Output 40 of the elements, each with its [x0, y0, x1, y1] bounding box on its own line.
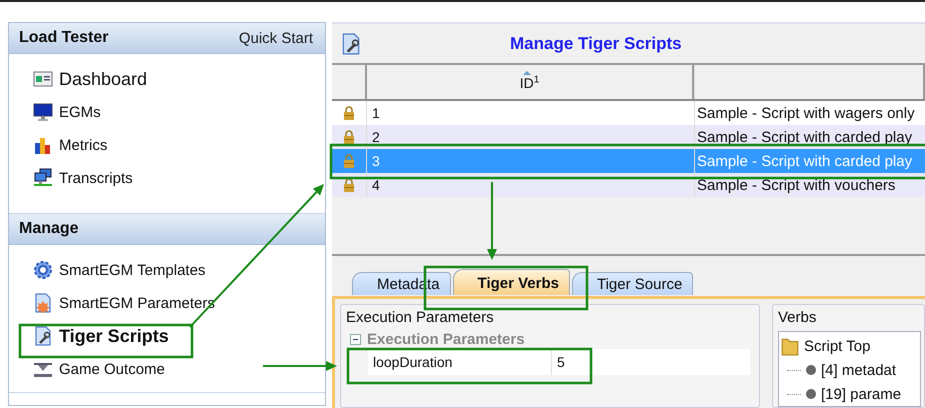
- network-icon: [33, 168, 53, 188]
- collapse-icon[interactable]: [350, 334, 361, 345]
- section-title: Load Tester: [19, 29, 108, 47]
- property-value[interactable]: 5: [552, 354, 750, 370]
- table-cell-text: 2: [371, 128, 381, 148]
- section-title: Manage: [19, 220, 79, 238]
- group-title: Execution Parameters: [346, 309, 495, 326]
- table-cell-text: 3: [371, 152, 381, 172]
- table-cell: Sample - Script with vouchers: [694, 173, 925, 198]
- bullet-icon: [806, 389, 816, 400]
- table-row[interactable]: 1 Sample - Script with wagers only: [332, 101, 925, 126]
- dashboard-icon: [33, 69, 53, 89]
- document-wrench-icon: [340, 32, 362, 56]
- property-name: loopDuration: [368, 349, 552, 376]
- table-cell-text: 1: [371, 104, 381, 124]
- bullet-icon: [806, 365, 816, 376]
- group-title: Verbs: [778, 309, 818, 326]
- tree-node[interactable]: [4] metadat: [787, 358, 896, 382]
- sidebar-item[interactable]: Dashboard: [29, 66, 152, 92]
- gear-icon: [33, 260, 53, 280]
- document-wrench-icon: [33, 326, 53, 346]
- tab[interactable]: Tiger Source: [572, 272, 694, 295]
- sidebar-item[interactable]: SmartEGM Templates: [29, 257, 210, 283]
- document-icon: [33, 293, 53, 313]
- tree-node[interactable]: Script Top: [781, 334, 870, 358]
- sidebar-item[interactable]: Transcripts: [29, 165, 137, 191]
- sidebar-item[interactable]: Game Outcome: [29, 356, 169, 382]
- tab[interactable]: Tiger Verbs: [452, 268, 570, 295]
- monitor-icon: [33, 102, 53, 122]
- sidebar-item[interactable]: Tiger Scripts: [29, 323, 173, 349]
- page-title: Manage Tiger Scripts: [510, 34, 682, 54]
- category-label: Execution Parameters: [367, 330, 525, 348]
- tree-node[interactable]: [19] parame: [787, 382, 902, 406]
- sidebar-item[interactable]: EGMs: [29, 99, 105, 125]
- folder-icon: [781, 336, 799, 356]
- table-cell-text: 4: [371, 176, 381, 196]
- sort-arrow-icon: [522, 71, 531, 76]
- quick-start-link[interactable]: Quick Start: [238, 30, 313, 46]
- sidebar-item[interactable]: Metrics: [29, 132, 112, 158]
- bar-chart-icon: [33, 135, 53, 155]
